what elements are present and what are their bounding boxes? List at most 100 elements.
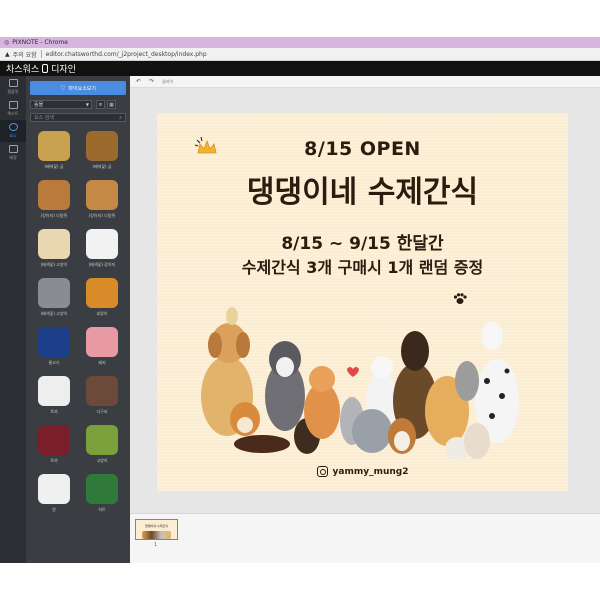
editor-top-bar: 차스워스 디자인 bbox=[0, 61, 600, 76]
search-placeholder: 요소 검색 bbox=[34, 115, 54, 121]
element-caption: 호랑이 bbox=[96, 311, 108, 316]
search-input[interactable]: 요소 검색 ⌕ bbox=[30, 113, 126, 122]
app-window: ◎ PIXNOTE - Chrome ▲ 주의 요함 editor.chatsw… bbox=[0, 37, 600, 563]
text-icon bbox=[8, 101, 18, 109]
design-canvas[interactable]: 8/15 OPEN 댕댕이네 수제간식 8/15 ~ 9/15 한달간 수제간식… bbox=[157, 113, 568, 491]
my-elements-button[interactable]: ♡ 마이요소보기 bbox=[30, 81, 126, 95]
element-tile[interactable]: 토끼 bbox=[30, 422, 78, 471]
list-view-button[interactable]: ≡ bbox=[96, 100, 105, 109]
element-tile[interactable]: (배색꽃) 고양이 bbox=[30, 226, 78, 275]
page-thumbnail[interactable]: 댕댕이네 수제간식 bbox=[135, 519, 178, 540]
element-tile[interactable]: (강아지) 다람쥐 bbox=[78, 177, 126, 226]
element-thumbnail bbox=[38, 131, 70, 161]
element-caption: 양 bbox=[52, 507, 56, 512]
instagram-handle[interactable]: yammy_mung2 bbox=[157, 466, 568, 477]
divider bbox=[40, 50, 42, 58]
element-tile[interactable]: (강아지) 다람쥐 bbox=[30, 177, 78, 226]
element-thumbnail bbox=[86, 327, 118, 357]
element-thumbnail bbox=[86, 376, 118, 406]
my-elements-label: 마이요소보기 bbox=[68, 85, 96, 92]
clear-button[interactable]: 클리어 bbox=[162, 79, 173, 85]
element-caption: 물고기 bbox=[48, 360, 60, 365]
warning-icon: ▲ bbox=[5, 50, 10, 58]
element-caption: 토끼 bbox=[50, 409, 58, 414]
element-thumbnail bbox=[86, 229, 118, 259]
address-bar[interactable]: ▲ 주의 요함 editor.chatsworthd.com/_j2projec… bbox=[0, 48, 600, 61]
template-icon bbox=[8, 79, 18, 87]
category-select[interactable]: 동물 ▼ bbox=[30, 100, 92, 109]
editor-main: ↶ ↷ 클리어 8/15 OPEN 댕댕이네 수제간식 8/15 ~ 9/15 … bbox=[130, 76, 600, 513]
rail-item-text[interactable]: 텍스트 bbox=[0, 98, 26, 120]
rail-label: 요소 bbox=[9, 133, 17, 138]
element-thumbnail bbox=[86, 474, 118, 504]
element-tile[interactable]: 물고기 bbox=[30, 324, 78, 373]
undo-button[interactable]: ↶ bbox=[136, 78, 141, 85]
editor-toolbar: ↶ ↷ 클리어 bbox=[130, 76, 600, 88]
element-thumbnail bbox=[86, 278, 118, 308]
headline-text[interactable]: 댕댕이네 수제간식 bbox=[157, 167, 568, 211]
rail-label: 템플릿 bbox=[7, 89, 19, 94]
period-text[interactable]: 8/15 ~ 9/15 한달간 bbox=[157, 229, 568, 254]
category-value: 동물 bbox=[34, 102, 44, 108]
left-rail: 템플릿 텍스트 요소 배경 bbox=[0, 76, 26, 563]
element-grid: (배색꽃) 곰 (배색꽃) 곰 (강아지) 다람쥐 (강아지) 다람쥐 (배색꽃) 고양… bbox=[30, 128, 126, 520]
element-tile[interactable]: (배색꽃) 곰 bbox=[30, 128, 78, 177]
element-thumbnail bbox=[38, 278, 70, 308]
element-thumbnail bbox=[38, 327, 70, 357]
element-caption: (배색꽃) 고양이 bbox=[40, 262, 68, 267]
element-thumbnail bbox=[38, 376, 70, 406]
security-label: 주의 요함 bbox=[12, 51, 37, 59]
element-tile[interactable]: 양 bbox=[30, 471, 78, 520]
element-tile[interactable]: (배색꽃) 곰 bbox=[78, 128, 126, 177]
page-thumbnail-title: 댕댕이네 수제간식 bbox=[144, 524, 169, 528]
promotion-text[interactable]: 수제간식 3개 구매시 1개 랜덤 증정 bbox=[157, 254, 568, 278]
redo-button[interactable]: ↷ bbox=[149, 78, 154, 85]
element-tile[interactable]: 고양이 bbox=[78, 422, 126, 471]
element-thumbnail bbox=[86, 180, 118, 210]
search-icon: ⌕ bbox=[119, 114, 122, 121]
instagram-handle-text: yammy_mung2 bbox=[332, 466, 409, 477]
element-tile[interactable]: 하트 bbox=[78, 471, 126, 520]
element-tile[interactable]: 너구리 bbox=[78, 373, 126, 422]
brand-mark-icon bbox=[42, 64, 49, 73]
element-thumbnail bbox=[38, 425, 70, 455]
rail-item-templates[interactable]: 템플릿 bbox=[0, 76, 26, 98]
page-strip: 댕댕이네 수제간식 1 bbox=[130, 513, 600, 563]
element-caption: (배색꽃) 고양이 bbox=[40, 311, 68, 316]
editor-brand[interactable]: 차스워스 디자인 bbox=[6, 62, 76, 75]
element-tile[interactable]: (배색꽃) 강아지 bbox=[78, 226, 126, 275]
chrome-logo-icon: ◎ bbox=[4, 39, 10, 46]
element-tile[interactable]: 토끼 bbox=[30, 373, 78, 422]
element-thumbnail bbox=[38, 229, 70, 259]
url-text[interactable]: editor.chatsworthd.com/_j2project_deskto… bbox=[46, 51, 207, 58]
pencil-icon bbox=[8, 145, 18, 153]
element-caption: 고양이 bbox=[96, 458, 108, 463]
element-tile[interactable]: 돼지 bbox=[78, 324, 126, 373]
rail-label: 텍스트 bbox=[7, 111, 19, 116]
heart-outline-icon: ♡ bbox=[60, 84, 66, 92]
grid-view-button[interactable]: ▦ bbox=[107, 100, 116, 109]
page-number: 1 bbox=[154, 542, 158, 548]
element-caption: 너구리 bbox=[96, 409, 108, 414]
rail-item-elements[interactable]: 요소 bbox=[0, 120, 26, 142]
element-thumbnail bbox=[86, 425, 118, 455]
element-caption: 하트 bbox=[98, 507, 106, 512]
element-caption: (강아지) 다람쥐 bbox=[40, 213, 68, 218]
dog-group-illustration[interactable] bbox=[157, 301, 568, 465]
open-date-text[interactable]: 8/15 OPEN bbox=[157, 138, 568, 160]
element-caption: (강아지) 다람쥐 bbox=[88, 213, 116, 218]
brand-name: 차스워스 bbox=[6, 65, 40, 75]
element-tile[interactable]: 호랑이 bbox=[78, 275, 126, 324]
heart-icon bbox=[8, 123, 18, 131]
instagram-icon bbox=[316, 466, 328, 477]
element-tile[interactable]: (배색꽃) 고양이 bbox=[30, 275, 78, 324]
rail-item-background[interactable]: 배경 bbox=[0, 142, 26, 164]
chevron-down-icon: ▼ bbox=[85, 102, 89, 107]
element-caption: (배색꽃) 곰 bbox=[92, 164, 112, 169]
element-caption: 토끼 bbox=[50, 458, 58, 463]
browser-title-bar: ◎ PIXNOTE - Chrome bbox=[0, 37, 600, 48]
element-thumbnail bbox=[86, 131, 118, 161]
element-caption: 돼지 bbox=[98, 360, 106, 365]
window-title: PIXNOTE - Chrome bbox=[12, 39, 68, 46]
brand-suffix: 디자인 bbox=[51, 65, 76, 75]
